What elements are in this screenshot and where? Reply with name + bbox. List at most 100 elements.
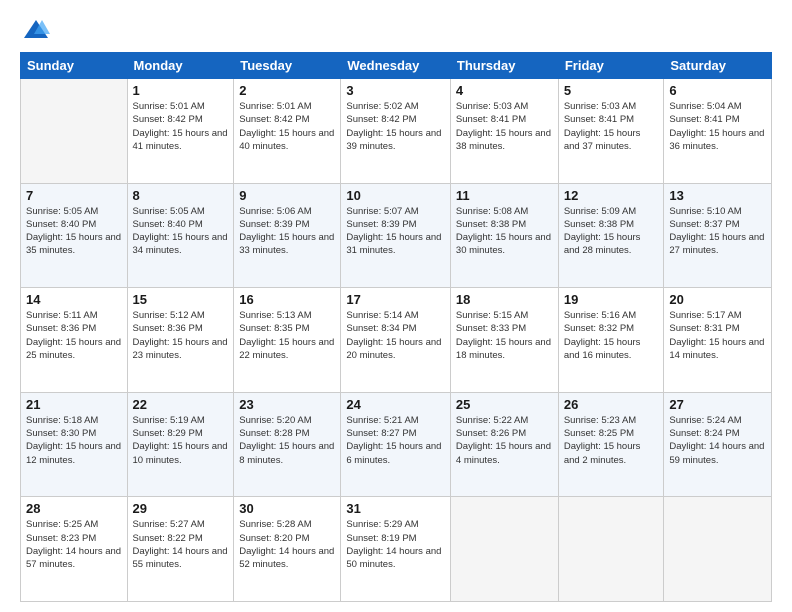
day-number: 1 — [133, 83, 229, 98]
calendar-week-row: 7 Sunrise: 5:05 AM Sunset: 8:40 PM Daylig… — [21, 183, 772, 288]
day-info: Sunrise: 5:13 AM Sunset: 8:35 PM Dayligh… — [239, 309, 335, 362]
logo — [20, 20, 50, 44]
day-info: Sunrise: 5:19 AM Sunset: 8:29 PM Dayligh… — [133, 414, 229, 467]
calendar-cell: 24 Sunrise: 5:21 AM Sunset: 8:27 PM Dayli… — [341, 392, 451, 497]
day-number: 7 — [26, 188, 122, 203]
day-info: Sunrise: 5:12 AM Sunset: 8:36 PM Dayligh… — [133, 309, 229, 362]
day-info: Sunrise: 5:06 AM Sunset: 8:39 PM Dayligh… — [239, 205, 335, 258]
day-info: Sunrise: 5:03 AM Sunset: 8:41 PM Dayligh… — [456, 100, 553, 153]
day-info: Sunrise: 5:23 AM Sunset: 8:25 PM Dayligh… — [564, 414, 659, 467]
day-info: Sunrise: 5:11 AM Sunset: 8:36 PM Dayligh… — [26, 309, 122, 362]
calendar-cell: 11 Sunrise: 5:08 AM Sunset: 8:38 PM Dayli… — [450, 183, 558, 288]
calendar-week-row: 21Sunrise: 5:18 AM Sunset: 8:30 PM Dayli… — [21, 392, 772, 497]
page: SundayMondayTuesdayWednesdayThursdayFrid… — [0, 0, 792, 612]
day-info: Sunrise: 5:14 AM Sunset: 8:34 PM Dayligh… — [346, 309, 445, 362]
weekday-header: Wednesday — [341, 53, 451, 79]
calendar-cell: 21Sunrise: 5:18 AM Sunset: 8:30 PM Dayli… — [21, 392, 128, 497]
day-number: 8 — [133, 188, 229, 203]
calendar-cell: 28 Sunrise: 5:25 AM Sunset: 8:23 PM Dayli… — [21, 497, 128, 602]
day-info: Sunrise: 5:05 AM Sunset: 8:40 PM Dayligh… — [26, 205, 122, 258]
day-info: Sunrise: 5:01 AM Sunset: 8:42 PM Dayligh… — [239, 100, 335, 153]
day-number: 14 — [26, 292, 122, 307]
calendar-cell: 30 Sunrise: 5:28 AM Sunset: 8:20 PM Dayli… — [234, 497, 341, 602]
calendar-cell — [558, 497, 664, 602]
day-number: 11 — [456, 188, 553, 203]
day-info: Sunrise: 5:27 AM Sunset: 8:22 PM Dayligh… — [133, 518, 229, 571]
calendar-week-row: 1 Sunrise: 5:01 AM Sunset: 8:42 PM Daylig… — [21, 79, 772, 184]
calendar-cell: 25Sunrise: 5:22 AM Sunset: 8:26 PM Dayli… — [450, 392, 558, 497]
day-info: Sunrise: 5:10 AM Sunset: 8:37 PM Dayligh… — [669, 205, 766, 258]
calendar-cell: 10Sunrise: 5:07 AM Sunset: 8:39 PM Dayli… — [341, 183, 451, 288]
calendar-cell: 4 Sunrise: 5:03 AM Sunset: 8:41 PM Daylig… — [450, 79, 558, 184]
calendar-cell — [21, 79, 128, 184]
day-number: 13 — [669, 188, 766, 203]
day-number: 22 — [133, 397, 229, 412]
day-info: Sunrise: 5:04 AM Sunset: 8:41 PM Dayligh… — [669, 100, 766, 153]
calendar-cell: 16 Sunrise: 5:13 AM Sunset: 8:35 PM Dayli… — [234, 288, 341, 393]
day-number: 18 — [456, 292, 553, 307]
day-number: 16 — [239, 292, 335, 307]
calendar-cell: 9 Sunrise: 5:06 AM Sunset: 8:39 PM Daylig… — [234, 183, 341, 288]
calendar-cell: 26 Sunrise: 5:23 AM Sunset: 8:25 PM Dayli… — [558, 392, 664, 497]
calendar-cell: 31Sunrise: 5:29 AM Sunset: 8:19 PM Dayli… — [341, 497, 451, 602]
day-number: 3 — [346, 83, 445, 98]
day-number: 24 — [346, 397, 445, 412]
day-number: 20 — [669, 292, 766, 307]
day-number: 26 — [564, 397, 659, 412]
weekday-header: Saturday — [664, 53, 772, 79]
calendar-cell: 2 Sunrise: 5:01 AM Sunset: 8:42 PM Daylig… — [234, 79, 341, 184]
day-number: 25 — [456, 397, 553, 412]
weekday-header: Tuesday — [234, 53, 341, 79]
day-info: Sunrise: 5:05 AM Sunset: 8:40 PM Dayligh… — [133, 205, 229, 258]
calendar-cell: 22 Sunrise: 5:19 AM Sunset: 8:29 PM Dayli… — [127, 392, 234, 497]
calendar-cell: 20 Sunrise: 5:17 AM Sunset: 8:31 PM Dayli… — [664, 288, 772, 393]
day-info: Sunrise: 5:02 AM Sunset: 8:42 PM Dayligh… — [346, 100, 445, 153]
day-number: 19 — [564, 292, 659, 307]
calendar-cell: 5Sunrise: 5:03 AM Sunset: 8:41 PM Daylig… — [558, 79, 664, 184]
calendar-cell: 8 Sunrise: 5:05 AM Sunset: 8:40 PM Daylig… — [127, 183, 234, 288]
day-number: 15 — [133, 292, 229, 307]
day-info: Sunrise: 5:07 AM Sunset: 8:39 PM Dayligh… — [346, 205, 445, 258]
weekday-header: Friday — [558, 53, 664, 79]
day-number: 12 — [564, 188, 659, 203]
day-info: Sunrise: 5:03 AM Sunset: 8:41 PM Dayligh… — [564, 100, 659, 153]
day-info: Sunrise: 5:18 AM Sunset: 8:30 PM Dayligh… — [26, 414, 122, 467]
weekday-header-row: SundayMondayTuesdayWednesdayThursdayFrid… — [21, 53, 772, 79]
calendar-cell: 27Sunrise: 5:24 AM Sunset: 8:24 PM Dayli… — [664, 392, 772, 497]
day-info: Sunrise: 5:16 AM Sunset: 8:32 PM Dayligh… — [564, 309, 659, 362]
day-info: Sunrise: 5:29 AM Sunset: 8:19 PM Dayligh… — [346, 518, 445, 571]
day-info: Sunrise: 5:24 AM Sunset: 8:24 PM Dayligh… — [669, 414, 766, 467]
day-info: Sunrise: 5:21 AM Sunset: 8:27 PM Dayligh… — [346, 414, 445, 467]
day-info: Sunrise: 5:25 AM Sunset: 8:23 PM Dayligh… — [26, 518, 122, 571]
calendar-table: SundayMondayTuesdayWednesdayThursdayFrid… — [20, 52, 772, 602]
calendar-cell: 18 Sunrise: 5:15 AM Sunset: 8:33 PM Dayli… — [450, 288, 558, 393]
calendar-cell: 3 Sunrise: 5:02 AM Sunset: 8:42 PM Daylig… — [341, 79, 451, 184]
day-info: Sunrise: 5:09 AM Sunset: 8:38 PM Dayligh… — [564, 205, 659, 258]
day-info: Sunrise: 5:17 AM Sunset: 8:31 PM Dayligh… — [669, 309, 766, 362]
day-info: Sunrise: 5:15 AM Sunset: 8:33 PM Dayligh… — [456, 309, 553, 362]
weekday-header: Monday — [127, 53, 234, 79]
calendar-week-row: 14 Sunrise: 5:11 AM Sunset: 8:36 PM Dayli… — [21, 288, 772, 393]
calendar-week-row: 28 Sunrise: 5:25 AM Sunset: 8:23 PM Dayli… — [21, 497, 772, 602]
calendar-cell — [664, 497, 772, 602]
day-info: Sunrise: 5:01 AM Sunset: 8:42 PM Dayligh… — [133, 100, 229, 153]
calendar-cell: 23 Sunrise: 5:20 AM Sunset: 8:28 PM Dayli… — [234, 392, 341, 497]
day-number: 4 — [456, 83, 553, 98]
day-number: 30 — [239, 501, 335, 516]
day-number: 2 — [239, 83, 335, 98]
calendar-cell: 12 Sunrise: 5:09 AM Sunset: 8:38 PM Dayli… — [558, 183, 664, 288]
day-number: 28 — [26, 501, 122, 516]
day-number: 9 — [239, 188, 335, 203]
day-number: 23 — [239, 397, 335, 412]
day-info: Sunrise: 5:28 AM Sunset: 8:20 PM Dayligh… — [239, 518, 335, 571]
calendar-cell: 15 Sunrise: 5:12 AM Sunset: 8:36 PM Dayli… — [127, 288, 234, 393]
calendar-cell: 13 Sunrise: 5:10 AM Sunset: 8:37 PM Dayli… — [664, 183, 772, 288]
calendar-cell: 6 Sunrise: 5:04 AM Sunset: 8:41 PM Daylig… — [664, 79, 772, 184]
calendar-cell — [450, 497, 558, 602]
day-number: 6 — [669, 83, 766, 98]
day-number: 17 — [346, 292, 445, 307]
day-info: Sunrise: 5:08 AM Sunset: 8:38 PM Dayligh… — [456, 205, 553, 258]
calendar-cell: 29Sunrise: 5:27 AM Sunset: 8:22 PM Dayli… — [127, 497, 234, 602]
day-info: Sunrise: 5:20 AM Sunset: 8:28 PM Dayligh… — [239, 414, 335, 467]
logo-icon — [22, 16, 50, 44]
